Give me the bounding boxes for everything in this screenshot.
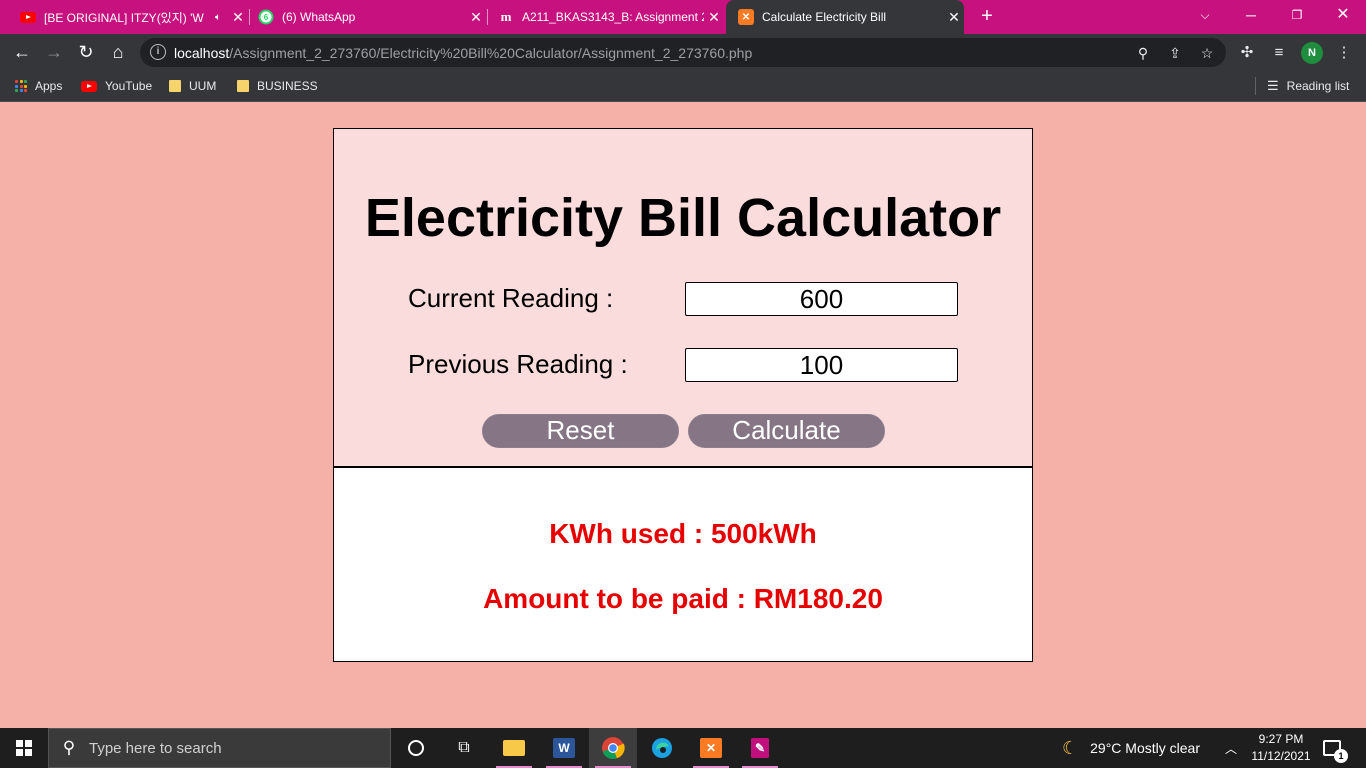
windows-taskbar: ⚲ Type here to search ⧉ W ✕ ✎ ☾ 29°C Mos… bbox=[0, 728, 1366, 768]
edge-icon[interactable] bbox=[638, 728, 686, 768]
tab-youtube[interactable]: [BE ORIGINAL] ITZY(있지) 'W 🔈︎ ✕ bbox=[12, 0, 248, 34]
show-hidden-icons-chevron-icon[interactable]: ︿ bbox=[1225, 728, 1237, 768]
reading-list-icon: ☰ bbox=[1267, 78, 1279, 93]
reading-list-label: Reading list bbox=[1286, 79, 1350, 93]
bookmark-business[interactable]: BUSINESS bbox=[237, 76, 318, 96]
new-tab-button[interactable]: + bbox=[975, 0, 999, 34]
bookmark-apps[interactable]: Apps bbox=[15, 76, 62, 96]
close-tab-icon[interactable]: ✕ bbox=[704, 9, 724, 26]
media-control-icon[interactable]: ≡ bbox=[1268, 41, 1290, 63]
address-bar[interactable]: i localhost/Assignment_2_273760/Electric… bbox=[140, 38, 1226, 67]
forward-arrow-icon[interactable]: → bbox=[40, 38, 68, 66]
clock-time: 9:27 PM bbox=[1258, 732, 1304, 746]
menu-kebab-icon[interactable]: ⋮ bbox=[1333, 41, 1355, 63]
tab-title: (6) WhatsApp bbox=[282, 10, 356, 24]
tab-moodle[interactable]: m A211_BKAS3143_B: Assignment 2 ✕ bbox=[488, 0, 724, 34]
folder-icon bbox=[169, 80, 181, 92]
bookmark-label: BUSINESS bbox=[257, 79, 318, 93]
youtube-icon bbox=[81, 80, 97, 92]
bookmark-uum[interactable]: UUM bbox=[169, 76, 216, 96]
tab-title: [BE ORIGINAL] ITZY(있지) 'W bbox=[44, 10, 204, 25]
cortana-icon[interactable] bbox=[392, 728, 440, 768]
weather-text: 29°C Mostly clear bbox=[1090, 740, 1200, 756]
notepad-plus-icon[interactable]: ✎ bbox=[736, 728, 784, 768]
moodle-icon: m bbox=[500, 9, 512, 24]
minimize-button[interactable]: ─ bbox=[1228, 0, 1274, 34]
previous-reading-input[interactable] bbox=[685, 348, 958, 382]
search-placeholder: Type here to search bbox=[89, 739, 222, 757]
tab-search-chevron-icon[interactable]: ⌵ bbox=[1182, 0, 1228, 34]
result-panel: KWh used : 500kWh Amount to be paid : RM… bbox=[333, 466, 1033, 662]
site-info-icon[interactable]: i bbox=[150, 44, 166, 60]
moon-cloud-icon: ☾ bbox=[1062, 737, 1079, 758]
task-view-icon[interactable]: ⧉ bbox=[440, 728, 488, 768]
close-tab-icon[interactable]: ✕ bbox=[944, 9, 964, 26]
tab-whatsapp[interactable]: 6 (6) WhatsApp ✕ bbox=[250, 0, 486, 34]
profile-avatar[interactable]: N bbox=[1301, 42, 1323, 64]
close-tab-icon[interactable]: ✕ bbox=[228, 9, 248, 26]
file-explorer-icon[interactable] bbox=[490, 728, 538, 768]
restore-button[interactable]: ❐ bbox=[1274, 0, 1320, 34]
word-icon[interactable]: W bbox=[540, 728, 588, 768]
amount-to-pay-text: Amount to be paid : RM180.20 bbox=[483, 583, 883, 614]
notification-count: 1 bbox=[1334, 749, 1348, 763]
bookmark-label: UUM bbox=[189, 79, 217, 93]
xampp-icon[interactable]: ✕ bbox=[687, 728, 735, 768]
folder-icon bbox=[237, 80, 249, 92]
close-tab-icon[interactable]: ✕ bbox=[466, 9, 486, 26]
extensions-puzzle-icon[interactable]: ✣ bbox=[1236, 41, 1258, 63]
bookmark-label: Apps bbox=[35, 79, 63, 93]
notification-center-icon[interactable]: 1 bbox=[1323, 728, 1348, 768]
back-arrow-icon[interactable]: ← bbox=[8, 38, 36, 66]
youtube-icon bbox=[20, 9, 36, 25]
url-text[interactable]: localhost/Assignment_2_273760/Electricit… bbox=[174, 45, 752, 61]
previous-reading-label: Previous Reading : bbox=[408, 349, 628, 379]
current-reading-label: Current Reading : bbox=[408, 283, 614, 313]
apps-grid-icon bbox=[15, 80, 27, 92]
whatsapp-icon: 6 bbox=[258, 9, 274, 25]
tab-title: A211_BKAS3143_B: Assignment 2 bbox=[522, 10, 704, 24]
home-icon[interactable]: ⌂ bbox=[104, 38, 132, 66]
tab-calculate-electricity-bill[interactable]: ✕ Calculate Electricity Bill ✕ bbox=[726, 0, 964, 34]
taskbar-search-box[interactable]: ⚲ Type here to search bbox=[48, 728, 391, 768]
bookmark-star-icon[interactable]: ☆ bbox=[1196, 42, 1218, 64]
zoom-icon[interactable]: ⚲ bbox=[1132, 42, 1154, 64]
page-title: Electricity Bill Calculator bbox=[364, 188, 1002, 248]
windows-logo-icon bbox=[16, 740, 32, 756]
reading-list-button[interactable]: ☰ Reading list bbox=[1267, 76, 1349, 96]
speaker-icon[interactable]: 🔈︎ bbox=[208, 12, 228, 23]
reload-icon[interactable]: ↻ bbox=[72, 38, 100, 66]
browser-toolbar: ← → ↻ ⌂ i localhost/Assignment_2_273760/… bbox=[0, 34, 1366, 70]
share-icon[interactable]: ⇪ bbox=[1164, 42, 1186, 64]
search-icon: ⚲ bbox=[62, 738, 76, 757]
bookmark-label: YouTube bbox=[105, 79, 153, 93]
tab-title: Calculate Electricity Bill bbox=[762, 10, 887, 24]
close-window-button[interactable]: ✕ bbox=[1320, 0, 1366, 34]
current-reading-input[interactable] bbox=[685, 282, 958, 316]
start-button[interactable] bbox=[0, 728, 48, 768]
bookmarks-bar: Apps YouTube UUM BUSINESS ☰ Reading list bbox=[0, 70, 1366, 102]
clock-date: 11/12/2021 bbox=[1251, 749, 1311, 763]
tab-strip: [BE ORIGINAL] ITZY(있지) 'W 🔈︎ ✕ 6 (6) Wha… bbox=[0, 0, 1366, 34]
bookmarks-divider bbox=[1255, 77, 1256, 95]
svg-text:6: 6 bbox=[264, 13, 269, 22]
kwh-used-text: KWh used : 500kWh bbox=[549, 518, 817, 549]
reset-button[interactable]: Reset bbox=[482, 414, 679, 448]
calculate-button[interactable]: Calculate bbox=[688, 414, 885, 448]
taskbar-clock[interactable]: 9:27 PM 11/12/2021 bbox=[1240, 731, 1322, 765]
bookmark-youtube[interactable]: YouTube bbox=[81, 76, 152, 96]
weather-widget[interactable]: ☾ 29°C Mostly clear bbox=[1062, 728, 1200, 768]
xampp-icon: ✕ bbox=[738, 9, 754, 25]
calculator-form: Electricity Bill Calculator Current Read… bbox=[333, 128, 1033, 467]
chrome-icon[interactable] bbox=[589, 728, 637, 768]
